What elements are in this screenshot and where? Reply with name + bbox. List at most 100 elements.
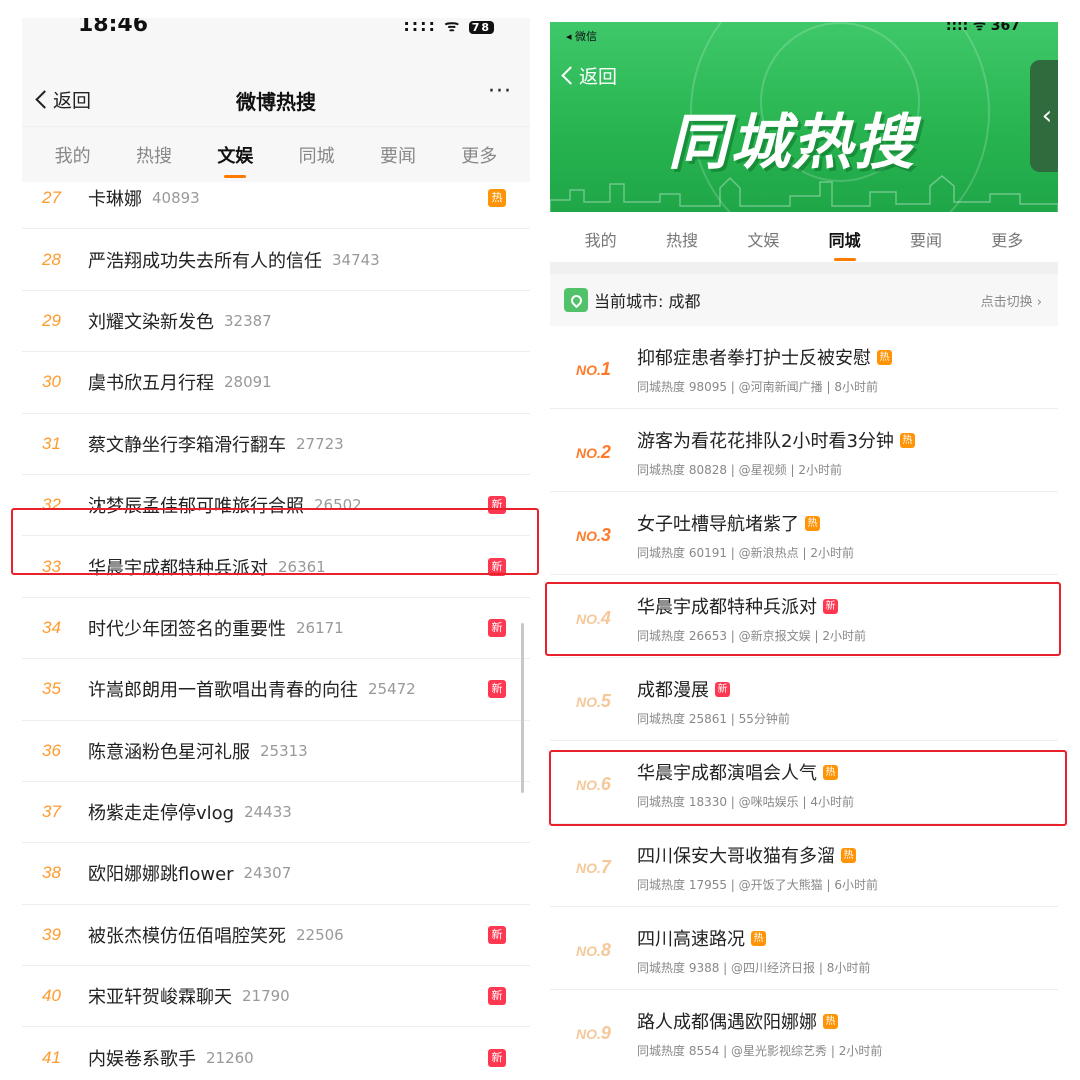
- carrier-label: ◂ 微信: [566, 30, 598, 43]
- new-badge: 新: [488, 496, 506, 515]
- hot-badge: 热: [488, 189, 506, 208]
- rank-label: NO.5: [576, 691, 611, 712]
- item-title-row: 游客为看花花排队2小时看3分钟热: [637, 427, 915, 453]
- list-item[interactable]: 41 内娱卷系歌手 21260 新: [22, 1027, 530, 1068]
- rank-prefix: NO.: [576, 362, 601, 378]
- signal-icon: ::::: [403, 18, 437, 35]
- list-item[interactable]: 38 欧阳娜娜跳flower 24307: [22, 843, 530, 905]
- new-badge: 新: [488, 987, 506, 1006]
- list-item[interactable]: 40 宋亚轩贺峻霖聊天 21790 新: [22, 966, 530, 1028]
- tab-2[interactable]: 文娱: [743, 223, 783, 255]
- tab-3[interactable]: 同城: [293, 138, 341, 172]
- rank-number: 39: [42, 924, 61, 944]
- wifi-icon: ᯤ: [444, 18, 462, 35]
- heat-count: 21260: [206, 1048, 254, 1067]
- tab-0[interactable]: 我的: [581, 223, 621, 255]
- status-bar: 18:46 :::: ᯤ 78: [22, 18, 530, 37]
- item-title: 四川高速路况: [637, 929, 745, 950]
- back-button[interactable]: 返回: [561, 62, 618, 89]
- heat-count: 40893: [152, 189, 200, 208]
- heat-count: 26502: [314, 496, 362, 515]
- list-item[interactable]: 30 虞书欣五月行程 28091: [22, 352, 530, 414]
- hot-word: 杨紫走走停停vlog: [88, 803, 235, 825]
- list-item[interactable]: 32 沈梦辰孟佳郁可唯旅行合照 26502 新: [22, 475, 530, 537]
- list-item[interactable]: NO.9 路人成都偶遇欧阳娜娜热同城热度 8554 | @星光影视综艺秀 | 2小…: [550, 990, 1058, 1058]
- item-title: 华晨宇成都特种兵派对: [637, 597, 817, 618]
- hot-word: 华晨宇成都特种兵派对: [88, 557, 268, 579]
- list-item[interactable]: 35 许嵩郎朗用一首歌唱出青春的向往 25472 新: [22, 659, 530, 721]
- tab-5[interactable]: 更多: [987, 223, 1027, 255]
- list-item[interactable]: 33 华晨宇成都特种兵派对 26361 新: [22, 536, 530, 598]
- hot-word: 内娱卷系歌手: [88, 1048, 196, 1068]
- tab-bar: 我的 热搜 文娱 同城 要闻 更多: [550, 212, 1058, 262]
- back-label: 返回: [579, 66, 618, 88]
- list-item[interactable]: NO.2 游客为看花花排队2小时看3分钟热同城热度 80828 | @星视频 | …: [550, 409, 1058, 492]
- hot-badge: 热: [877, 349, 892, 365]
- hot-word: 沈梦辰孟佳郁可唯旅行合照: [88, 496, 304, 518]
- list-item[interactable]: 29 刘耀文染新发色 32387: [22, 291, 530, 353]
- tab-0[interactable]: 我的: [49, 138, 97, 172]
- item-meta: 同城热度 26653 | @新京报文娱 | 2小时前: [637, 629, 866, 643]
- hot-badge: 热: [823, 764, 838, 780]
- list-item[interactable]: NO.3 女子吐槽导航堵紫了热同城热度 60191 | @新浪热点 | 2小时前: [550, 492, 1058, 575]
- status-icons: :::: ᯤ 367: [945, 22, 1020, 34]
- current-city-label: 当前城市: 成都: [594, 292, 701, 311]
- hot-badge: 热: [899, 432, 915, 448]
- list-item[interactable]: NO.7 四川保安大哥收猫有多溜热同城热度 17955 | @开饭了大熊猫 | 6…: [550, 824, 1058, 907]
- heat-count: 34743: [332, 250, 380, 269]
- list-item[interactable]: 34 时代少年团签名的重要性 26171 新: [22, 598, 530, 660]
- hot-badge: 热: [805, 515, 820, 531]
- tab-5[interactable]: 更多: [455, 138, 503, 172]
- list-item[interactable]: NO.6 华晨宇成都演唱会人气热同城热度 18330 | @咪咕娱乐 | 4小时前: [550, 741, 1058, 824]
- list-item[interactable]: NO.1 抑郁症患者拳打护士反被安慰热同城热度 98095 | @河南新闻广播 |…: [550, 326, 1058, 409]
- heat-count: 24433: [244, 803, 292, 822]
- rank-number: 30: [42, 372, 61, 392]
- item-title-row: 四川保安大哥收猫有多溜热: [637, 842, 856, 868]
- rank-number: 6: [600, 774, 611, 794]
- tab-4[interactable]: 要闻: [374, 138, 422, 172]
- city-skyline-illustration: [550, 175, 1058, 212]
- tab-4[interactable]: 要闻: [906, 223, 946, 255]
- rank-prefix: NO.: [576, 611, 601, 627]
- list-item[interactable]: 37 杨紫走走停停vlog 24433: [22, 782, 530, 844]
- rank-label: NO.8: [576, 940, 611, 961]
- rank-label: NO.2: [576, 442, 611, 463]
- side-collapse-handle[interactable]: ‹: [1030, 60, 1058, 172]
- tab-3[interactable]: 同城: [825, 223, 865, 261]
- rank-number: 8: [600, 940, 611, 960]
- hot-word: 卡琳娜: [88, 189, 142, 211]
- new-badge: 新: [488, 618, 506, 637]
- hot-badge: 热: [751, 930, 766, 946]
- item-title: 抑郁症患者拳打护士反被安慰: [637, 348, 871, 369]
- rank-label: NO.7: [576, 857, 611, 878]
- heat-count: 22506: [296, 925, 344, 944]
- list-item[interactable]: 39 被张杰模仿伍佰唱腔笑死 22506 新: [22, 905, 530, 967]
- rank-number: 41: [42, 1047, 61, 1067]
- list-item[interactable]: 31 蔡文静坐行李箱滑行翻车 27723: [22, 414, 530, 475]
- nav-bar: 返回 微博热搜 ···: [22, 36, 530, 126]
- hot-badge: 热: [841, 847, 856, 863]
- more-options-icon[interactable]: ···: [488, 79, 512, 104]
- heat-count: 25472: [368, 680, 416, 699]
- list-item[interactable]: 28 严浩翔成功失去所有人的信任 34743: [22, 229, 530, 291]
- status-icons: :::: ᯤ 78: [403, 18, 494, 36]
- list-item[interactable]: NO.5 成都漫展新同城热度 25861 | 55分钟前: [550, 658, 1058, 741]
- tab-2[interactable]: 文娱: [211, 138, 259, 178]
- rank-number: 37: [42, 802, 61, 822]
- item-meta: 同城热度 60191 | @新浪热点 | 2小时前: [637, 546, 854, 560]
- tab-1[interactable]: 热搜: [130, 138, 178, 172]
- banner-title: 同城热搜: [668, 108, 916, 178]
- list-item[interactable]: 27 卡琳娜 40893 热: [22, 168, 530, 230]
- tab-1[interactable]: 热搜: [662, 223, 702, 255]
- item-title: 游客为看花花排队2小时看3分钟: [637, 431, 894, 452]
- rank-number: 4: [600, 608, 611, 628]
- list-item[interactable]: 36 陈意涵粉色星河礼服 25313: [22, 721, 530, 782]
- switch-city-link[interactable]: 点击切换 ›: [981, 291, 1042, 310]
- heat-count: 24307: [243, 864, 292, 883]
- scrollbar[interactable]: [521, 623, 524, 793]
- list-item[interactable]: NO.4 华晨宇成都特种兵派对新同城热度 26653 | @新京报文娱 | 2小时…: [550, 575, 1058, 658]
- item-meta: 同城热度 17955 | @开饭了大熊猫 | 6小时前: [637, 878, 878, 892]
- list-item[interactable]: NO.8 四川高速路况热同城热度 9388 | @四川经济日报 | 8小时前: [550, 907, 1058, 990]
- rank-number: 28: [42, 249, 61, 269]
- heat-count: 21790: [242, 987, 290, 1006]
